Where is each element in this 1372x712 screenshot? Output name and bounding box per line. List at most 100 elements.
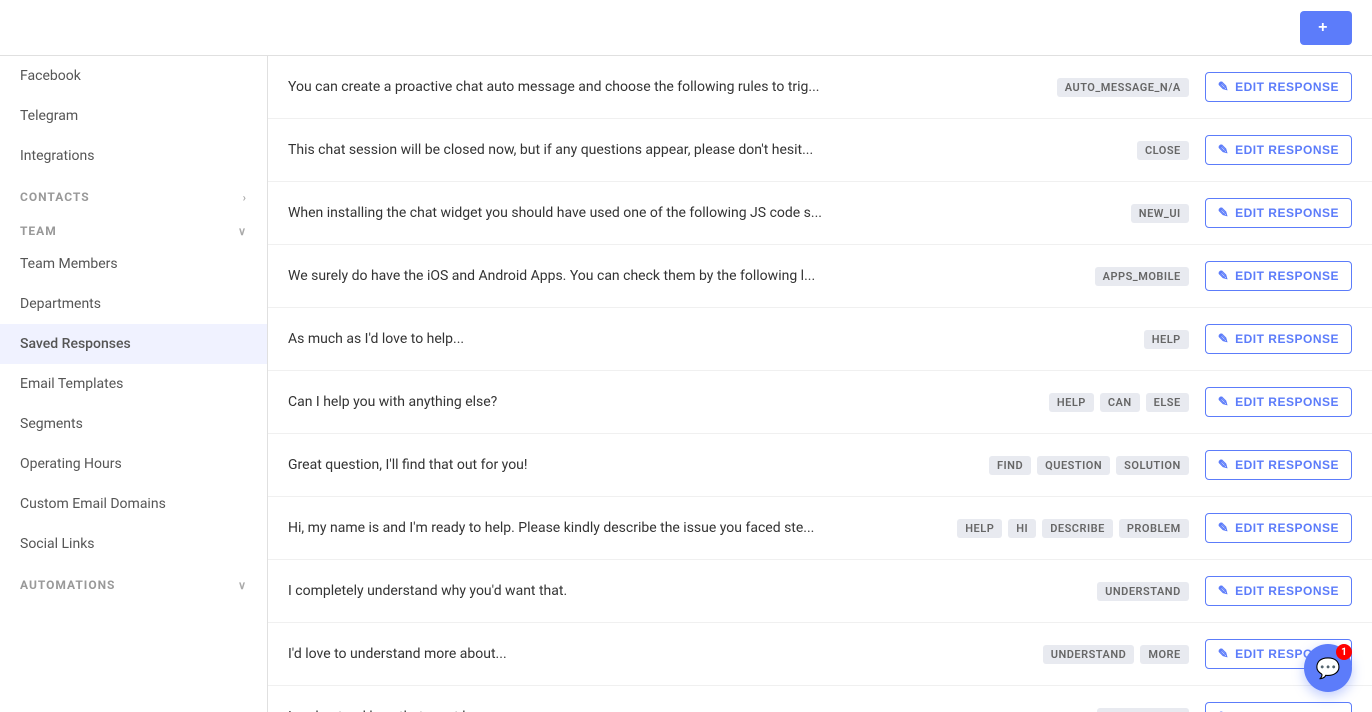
response-tags: HELPCANELSE: [989, 393, 1189, 412]
pencil-icon: ✎: [1218, 79, 1229, 95]
sidebar-item-social-links[interactable]: Social Links: [0, 524, 267, 564]
edit-response-button[interactable]: ✎EDIT RESPONSE: [1205, 513, 1352, 543]
response-tags: UNDERSTAND MORE: [989, 645, 1189, 664]
chat-badge: 1: [1336, 644, 1352, 660]
tag: APPS_MOBILE: [1095, 267, 1189, 286]
edit-response-button[interactable]: ✎EDIT RESPONSE: [1205, 387, 1352, 417]
table-row: When installing the chat widget you shou…: [268, 182, 1372, 245]
response-text: You can create a proactive chat auto mes…: [288, 79, 973, 95]
response-text: I'd love to understand more about...: [288, 646, 973, 662]
response-text: I completely understand why you'd want t…: [288, 583, 973, 599]
sidebar-item-departments[interactable]: Departments: [0, 284, 267, 324]
pencil-icon: ✎: [1218, 268, 1229, 284]
sidebar-item-label: Segments: [20, 416, 83, 432]
sidebar-section-label: CONTACTS: [20, 190, 90, 204]
sidebar-item-telegram[interactable]: Telegram: [0, 96, 267, 136]
add-new-button[interactable]: +: [1300, 11, 1352, 45]
sidebar-item-label: Social Links: [20, 536, 95, 552]
sidebar-item-team-members[interactable]: Team Members: [0, 244, 267, 284]
response-text: Great question, I'll find that out for y…: [288, 457, 973, 473]
response-text: Hi, my name is and I'm ready to help. Pl…: [288, 520, 941, 536]
sidebar-section-team[interactable]: TEAM ∨: [0, 210, 267, 244]
chevron-icon: ›: [243, 191, 247, 204]
response-tags: HELP: [989, 330, 1189, 349]
edit-response-button[interactable]: ✎ EDIT RESPONSE: [1205, 72, 1352, 102]
tag: UNDERSTAND: [1043, 645, 1135, 664]
plus-icon: +: [1318, 19, 1328, 37]
sidebar-item-integrations[interactable]: Integrations: [0, 136, 267, 176]
table-row: I completely understand why you'd want t…: [268, 560, 1372, 623]
edit-label: EDIT RESPONSE: [1235, 395, 1339, 409]
response-text: When installing the chat widget you shou…: [288, 205, 973, 221]
response-text: As much as I'd love to help...: [288, 331, 973, 347]
table-row: We surely do have the iOS and Android Ap…: [268, 245, 1372, 308]
chevron-icon: ∨: [238, 225, 247, 238]
tag: UNDERSTAND: [1097, 582, 1189, 601]
pencil-icon: ✎: [1218, 457, 1229, 473]
edit-response-button[interactable]: ✎EDIT RESPONSE: [1205, 198, 1352, 228]
tag: UNDERSTAND: [1097, 708, 1189, 712]
sidebar-item-custom-email-domains[interactable]: Custom Email Domains: [0, 484, 267, 524]
tag: FIND: [989, 456, 1031, 475]
chevron-icon: ∨: [238, 579, 247, 592]
sidebar-section-automations[interactable]: AUTOMATIONS ∨: [0, 564, 267, 598]
edit-label: EDIT RESPONSE: [1235, 584, 1339, 598]
edit-response-button[interactable]: ✎EDIT RESPONSE: [1205, 702, 1352, 712]
edit-response-button[interactable]: ✎ EDIT RESPONSE: [1205, 261, 1352, 291]
sidebar-item-facebook[interactable]: Facebook: [0, 56, 267, 96]
pencil-icon: ✎: [1218, 331, 1229, 347]
header: +: [0, 0, 1372, 56]
sidebar-item-label: Integrations: [20, 148, 94, 164]
pencil-icon: ✎: [1218, 142, 1229, 158]
sidebar-item-segments[interactable]: Segments: [0, 404, 267, 444]
table-row: Can I help you with anything else? HELPCA…: [268, 371, 1372, 434]
response-tags: CLOSE: [989, 141, 1189, 160]
sidebar-item-label: Saved Responses: [20, 336, 131, 352]
sidebar-section-label: AUTOMATIONS: [20, 578, 115, 592]
pencil-icon: ✎: [1218, 520, 1229, 536]
edit-response-button[interactable]: ✎EDIT RESPONSE: [1205, 324, 1352, 354]
tag: PROBLEM: [1119, 519, 1189, 538]
response-tags: HELP HI DESCRIBE PROBLEM: [957, 519, 1188, 538]
edit-label: EDIT RESPONSE: [1235, 458, 1339, 472]
sidebar-item-label: Email Templates: [20, 376, 123, 392]
table-row: Great question, I'll find that out for y…: [268, 434, 1372, 497]
edit-label: EDIT RESPONSE: [1235, 80, 1339, 94]
table-row: This chat session will be closed now, bu…: [268, 119, 1372, 182]
pencil-icon: ✎: [1218, 205, 1229, 221]
sidebar-item-saved-responses[interactable]: Saved Responses: [0, 324, 267, 364]
tag: HI: [1008, 519, 1036, 538]
response-text: This chat session will be closed now, bu…: [288, 142, 973, 158]
table-row: Hi, my name is and I'm ready to help. Pl…: [268, 497, 1372, 560]
response-tags: APPS_MOBILE: [989, 267, 1189, 286]
table-row: As much as I'd love to help... HELP ✎EDIT …: [268, 308, 1372, 371]
tag: NEW_UI: [1131, 204, 1189, 223]
sidebar-section-contacts[interactable]: CONTACTS ›: [0, 176, 267, 210]
edit-label: EDIT RESPONSE: [1235, 143, 1339, 157]
edit-response-button[interactable]: ✎ EDIT RESPONSE: [1205, 450, 1352, 480]
response-tags: NEW_UI: [989, 204, 1189, 223]
response-text: Can I help you with anything else?: [288, 394, 973, 410]
table-row: You can create a proactive chat auto mes…: [268, 56, 1372, 119]
table-row: I understand how that must be.UNDERSTAND…: [268, 686, 1372, 712]
sidebar-item-email-templates[interactable]: Email Templates: [0, 364, 267, 404]
chat-icon: 💬: [1316, 656, 1341, 680]
edit-response-button[interactable]: ✎ EDIT RESPONSE: [1205, 135, 1352, 165]
app-container: + Facebook Telegram Integrations CONTACTS › T…: [0, 0, 1372, 712]
sidebar-section-label: TEAM: [20, 224, 57, 238]
edit-label: EDIT RESPONSE: [1235, 269, 1339, 283]
tag: CAN: [1100, 393, 1140, 412]
chat-bubble-button[interactable]: 💬 1: [1304, 644, 1352, 692]
tag: DESCRIBE: [1042, 519, 1113, 538]
response-tags: FINDQUESTIONSOLUTION: [989, 456, 1189, 475]
pencil-icon: ✎: [1218, 646, 1229, 662]
sidebar-item-label: Telegram: [20, 108, 78, 124]
tag: MORE: [1140, 645, 1188, 664]
sidebar-item-label: Departments: [20, 296, 101, 312]
body: Facebook Telegram Integrations CONTACTS › TEA…: [0, 56, 1372, 712]
edit-response-button[interactable]: ✎EDIT RESPONSE: [1205, 576, 1352, 606]
table-row: I'd love to understand more about... UNDE…: [268, 623, 1372, 686]
sidebar-item-operating-hours[interactable]: Operating Hours: [0, 444, 267, 484]
tag: QUESTION: [1037, 456, 1110, 475]
tag: HELP: [957, 519, 1002, 538]
